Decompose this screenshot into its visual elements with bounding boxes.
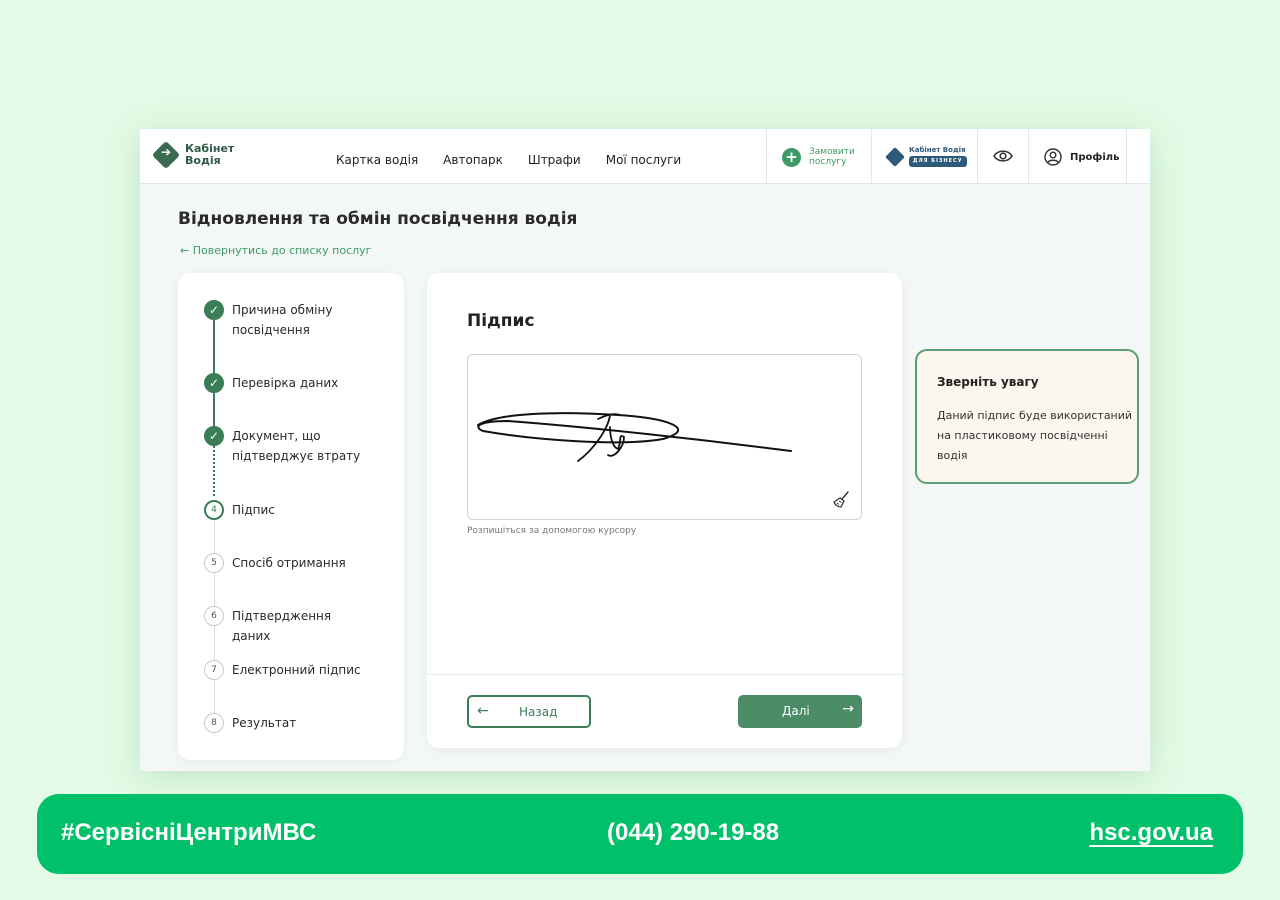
check-icon: ✓ xyxy=(204,373,224,393)
profile-button[interactable]: Профіль xyxy=(1044,148,1119,166)
step-4: 4 Підпис xyxy=(204,500,362,520)
nav-fleet[interactable]: Автопарк xyxy=(443,153,503,167)
step-number: 7 xyxy=(204,660,224,680)
nav-my-services[interactable]: Мої послуги xyxy=(606,153,682,167)
next-button-label: Далі xyxy=(782,704,810,718)
header-divider xyxy=(1126,129,1127,184)
back-button-label: Назад xyxy=(519,705,558,719)
step-number: 6 xyxy=(204,606,224,626)
attention-notice: Зверніть увагу Даний підпис буде викорис… xyxy=(915,349,1139,484)
step-label: Електронний підпис xyxy=(232,663,361,677)
header-divider xyxy=(977,129,978,184)
banner-hashtag: #СервісніЦентриМВС xyxy=(61,819,317,846)
arrow-right-icon: → xyxy=(842,701,854,717)
page-title: Відновлення та обмін посвідчення водія xyxy=(178,209,578,229)
header-divider xyxy=(1028,129,1029,184)
eye-icon[interactable] xyxy=(993,148,1013,164)
back-to-services-link[interactable]: ← Повернутись до списку послуг xyxy=(180,244,371,257)
step-number: 4 xyxy=(204,500,224,520)
step-7: 7 Електронний підпис xyxy=(204,660,362,680)
step-number: 8 xyxy=(204,713,224,733)
broom-clear-icon[interactable] xyxy=(833,491,851,509)
step-3: ✓ Документ, що підтверджує втрату xyxy=(204,426,362,466)
top-header: Кабінет Водія Картка водія Автопарк Штра… xyxy=(140,129,1150,184)
signature-card: Підпис Розпишіться за допомогою курсору … xyxy=(427,273,902,748)
step-5: 5 Спосіб отримання xyxy=(204,553,362,573)
step-connector xyxy=(213,446,215,496)
steps-panel: ✓ Причина обміну посвідчення ✓ Перевірка… xyxy=(178,273,404,760)
plus-icon: + xyxy=(782,147,801,167)
notice-text: Даний підпис буде використаний на пласти… xyxy=(937,409,1133,462)
arrow-left-icon: ← xyxy=(477,703,489,719)
banner-site-link[interactable]: hsc.gov.ua xyxy=(1089,819,1213,847)
business-line2: ДЛЯ БІЗНЕСУ xyxy=(909,156,967,167)
check-icon: ✓ xyxy=(204,426,224,446)
logo[interactable]: Кабінет Водія xyxy=(151,140,234,170)
signature-title: Підпис xyxy=(467,311,535,331)
business-line1: Кабінет Водія xyxy=(909,146,966,154)
step-label: Перевірка даних xyxy=(232,376,339,390)
signature-drawing xyxy=(477,412,792,462)
order-service-button[interactable]: + Замовити послугу xyxy=(782,147,865,167)
step-number: 5 xyxy=(204,553,224,573)
step-1: ✓ Причина обміну посвідчення xyxy=(204,300,362,340)
signature-hint: Розпишіться за допомогою курсору xyxy=(467,526,637,536)
step-label: Результат xyxy=(232,716,297,730)
card-divider xyxy=(427,674,902,675)
step-label: Причина обміну посвідчення xyxy=(232,303,333,337)
nav-driver-card[interactable]: Картка водія xyxy=(336,153,418,167)
order-service-label: Замовити послугу xyxy=(809,147,855,167)
signature-canvas[interactable] xyxy=(467,354,862,520)
business-logo-icon xyxy=(885,146,905,167)
back-button[interactable]: ← Назад xyxy=(467,695,591,728)
step-label: Спосіб отримання xyxy=(232,556,346,570)
next-button[interactable]: Далі → xyxy=(738,695,862,728)
step-label: Підтвердження даних xyxy=(232,609,332,643)
check-icon: ✓ xyxy=(204,300,224,320)
business-cabinet-link[interactable]: Кабінет Водія ДЛЯ БІЗНЕСУ xyxy=(885,146,967,167)
profile-label: Профіль xyxy=(1070,151,1120,163)
logo-line2: Водія xyxy=(185,154,221,167)
step-6: 6 Підтвердження даних xyxy=(204,606,362,646)
user-icon xyxy=(1044,148,1062,166)
header-divider xyxy=(871,129,872,184)
bottom-banner: #СервісніЦентриМВС (044) 290-19-88 hsc.g… xyxy=(37,794,1243,874)
step-connector xyxy=(213,320,215,380)
banner-phone: (044) 290-19-88 xyxy=(607,819,780,846)
step-label: Підпис xyxy=(232,503,275,517)
nav-fines[interactable]: Штрафи xyxy=(528,153,581,167)
app-window: Кабінет Водія Картка водія Автопарк Штра… xyxy=(140,129,1150,771)
main-nav: Картка водія Автопарк Штрафи Мої послуги xyxy=(336,153,681,167)
notice-title: Зверніть увагу xyxy=(937,375,1039,389)
logo-arrow-icon xyxy=(151,140,181,170)
step-8: 8 Результат xyxy=(204,713,362,733)
header-divider xyxy=(766,129,767,184)
step-label: Документ, що підтверджує втрату xyxy=(232,429,361,463)
step-2: ✓ Перевірка даних xyxy=(204,373,362,393)
